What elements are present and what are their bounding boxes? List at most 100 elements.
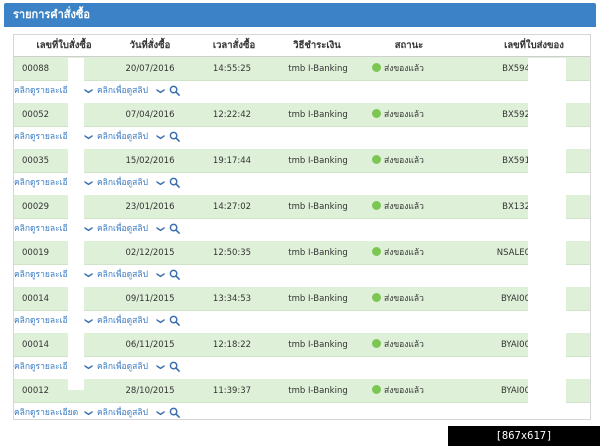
search-icon[interactable] [169, 223, 180, 234]
payment-method: tmb I-Banking [288, 156, 348, 166]
header-status: สถานะ [394, 40, 424, 51]
delivery-number: BX591 [502, 156, 530, 166]
status-text: ส่งของแล้ว [384, 110, 424, 120]
search-icon[interactable] [169, 407, 180, 418]
order-status: ส่งของแล้ว [372, 379, 452, 403]
status-text: ส่งของแล้ว [384, 340, 424, 350]
order-time: 19:17:44 [212, 156, 252, 166]
order-number: 00052 [22, 110, 50, 120]
order-time: 13:34:53 [212, 294, 252, 304]
header-delivery-no: เลขที่ใบส่งของ [504, 40, 564, 51]
order-status: ส่งของแล้ว [372, 333, 452, 357]
status-dot-icon [372, 339, 381, 348]
search-icon[interactable] [169, 131, 180, 142]
row-actions: คลิกดูรายละเอียด ❯ คลิกเพื่อดูสลิป ❯ [0, 402, 590, 424]
view-slip-link[interactable]: คลิกเพื่อดูสลิป [97, 126, 148, 148]
payment-method: tmb I-Banking [288, 110, 348, 120]
order-number: 00014 [22, 294, 50, 304]
search-icon[interactable] [169, 177, 180, 188]
table-row: 00012 28/10/2015 11:39:37 tmb I-Banking ส่งข… [14, 379, 590, 403]
status-text: ส่งของแล้ว [384, 202, 424, 212]
order-list-page: รายการคำสั่งซื้อ เลขที่ใบสั่งซื้อ วันที่… [0, 0, 600, 446]
search-icon[interactable] [169, 85, 180, 96]
payment-method: tmb I-Banking [288, 64, 348, 74]
order-date: 20/07/2016 [125, 64, 175, 74]
header-order-time: เวลาสั่งซื้อ [212, 40, 256, 51]
row-actions: คลิกดูรายละเอียด ❯ คลิกเพื่อดูสลิป ❯ [0, 218, 590, 240]
order-date: 06/11/2015 [125, 340, 175, 350]
payment-method: tmb I-Banking [288, 202, 348, 212]
order-time: 14:55:25 [212, 64, 252, 74]
order-date: 28/10/2015 [125, 386, 175, 396]
search-icon[interactable] [169, 269, 180, 280]
order-number: 00035 [22, 156, 50, 166]
delivery-number: NSALE0 [496, 248, 530, 258]
order-time: 14:27:02 [212, 202, 252, 212]
row-actions: คลิกดูรายละเอียด ❯ คลิกเพื่อดูสลิป ❯ [0, 172, 590, 194]
order-time: 12:22:42 [212, 110, 252, 120]
status-text: ส่งของแล้ว [384, 64, 424, 74]
order-status: ส่งของแล้ว [372, 287, 452, 311]
view-details-link[interactable]: คลิกดูรายละเอียด [14, 402, 78, 424]
table-row: 00014 06/11/2015 12:18:22 tmb I-Banking ส่งข… [14, 333, 590, 357]
watermark: [867x617] http://upic.me/ [448, 426, 600, 446]
delivery-number: BX132 [502, 202, 530, 212]
status-dot-icon [372, 201, 381, 210]
panel-title: รายการคำสั่งซื้อ [4, 3, 596, 27]
status-dot-icon [372, 63, 381, 72]
status-text: ส่งของแล้ว [384, 294, 424, 304]
delivery-number: BX592 [502, 110, 530, 120]
order-date: 09/11/2015 [125, 294, 175, 304]
order-date: 02/12/2015 [125, 248, 175, 258]
payment-method: tmb I-Banking [288, 248, 348, 258]
status-dot-icon [372, 247, 381, 256]
row-actions: คลิกดูรายละเอียด ❯ คลิกเพื่อดูสลิป ❯ [0, 356, 590, 378]
header-payment-method: วิธีชำระเงิน [293, 40, 341, 51]
order-number: 00029 [22, 202, 50, 212]
status-dot-icon [372, 155, 381, 164]
view-slip-link[interactable]: คลิกเพื่อดูสลิป [97, 402, 148, 424]
payment-method: tmb I-Banking [288, 294, 348, 304]
delivery-number: BYAI00 [500, 340, 530, 350]
search-icon[interactable] [169, 361, 180, 372]
row-actions: คลิกดูรายละเอียด ❯ คลิกเพื่อดูสลิป ❯ [0, 80, 590, 102]
status-text: ส่งของแล้ว [384, 248, 424, 258]
table-row: 00029 23/01/2016 14:27:02 tmb I-Banking ส่งข… [14, 195, 590, 219]
view-slip-link[interactable]: คลิกเพื่อดูสลิป [97, 218, 148, 240]
view-slip-link[interactable]: คลิกเพื่อดูสลิป [97, 264, 148, 286]
delivery-number: BX594 [502, 64, 530, 74]
row-actions: คลิกดูรายละเอียด ❯ คลิกเพื่อดูสลิป ❯ [0, 126, 590, 148]
order-time: 12:50:35 [212, 248, 252, 258]
status-dot-icon [372, 293, 381, 302]
view-slip-link[interactable]: คลิกเพื่อดูสลิป [97, 172, 148, 194]
delivery-number: BYAI00 [500, 294, 530, 304]
order-date: 23/01/2016 [125, 202, 175, 212]
order-time: 12:18:22 [212, 340, 252, 350]
view-slip-link[interactable]: คลิกเพื่อดูสลิป [97, 80, 148, 102]
table-header: เลขที่ใบสั่งซื้อ วันที่สั่งซื้อ เวลาสั่ง… [14, 35, 590, 57]
order-number: 00088 [22, 64, 50, 74]
header-order-no: เลขที่ใบสั่งซื้อ [36, 40, 92, 51]
order-number: 00019 [22, 248, 50, 258]
status-text: ส่งของแล้ว [384, 386, 424, 396]
order-number: 00014 [22, 340, 50, 350]
order-status: ส่งของแล้ว [372, 241, 452, 265]
order-date: 15/02/2016 [125, 156, 175, 166]
view-slip-link[interactable]: คลิกเพื่อดูสลิป [97, 356, 148, 378]
table-row: 00035 15/02/2016 19:17:44 tmb I-Banking ส่งข… [14, 149, 590, 173]
delivery-number: BYAI00 [500, 386, 530, 396]
table-row: 00088 20/07/2016 14:55:25 tmb I-Banking ส่งข… [14, 57, 590, 81]
order-date: 07/04/2016 [125, 110, 175, 120]
table-row: 00014 09/11/2015 13:34:53 tmb I-Banking ส่งข… [14, 287, 590, 311]
payment-method: tmb I-Banking [288, 340, 348, 350]
order-status: ส่งของแล้ว [372, 57, 452, 81]
order-status: ส่งของแล้ว [372, 103, 452, 127]
view-slip-link[interactable]: คลิกเพื่อดูสลิป [97, 310, 148, 332]
payment-method: tmb I-Banking [288, 386, 348, 396]
status-dot-icon [372, 109, 381, 118]
search-icon[interactable] [169, 315, 180, 326]
table-row: 00052 07/04/2016 12:22:42 tmb I-Banking ส่งข… [14, 103, 590, 127]
redaction-block [528, 58, 566, 406]
status-text: ส่งของแล้ว [384, 156, 424, 166]
order-status: ส่งของแล้ว [372, 195, 452, 219]
